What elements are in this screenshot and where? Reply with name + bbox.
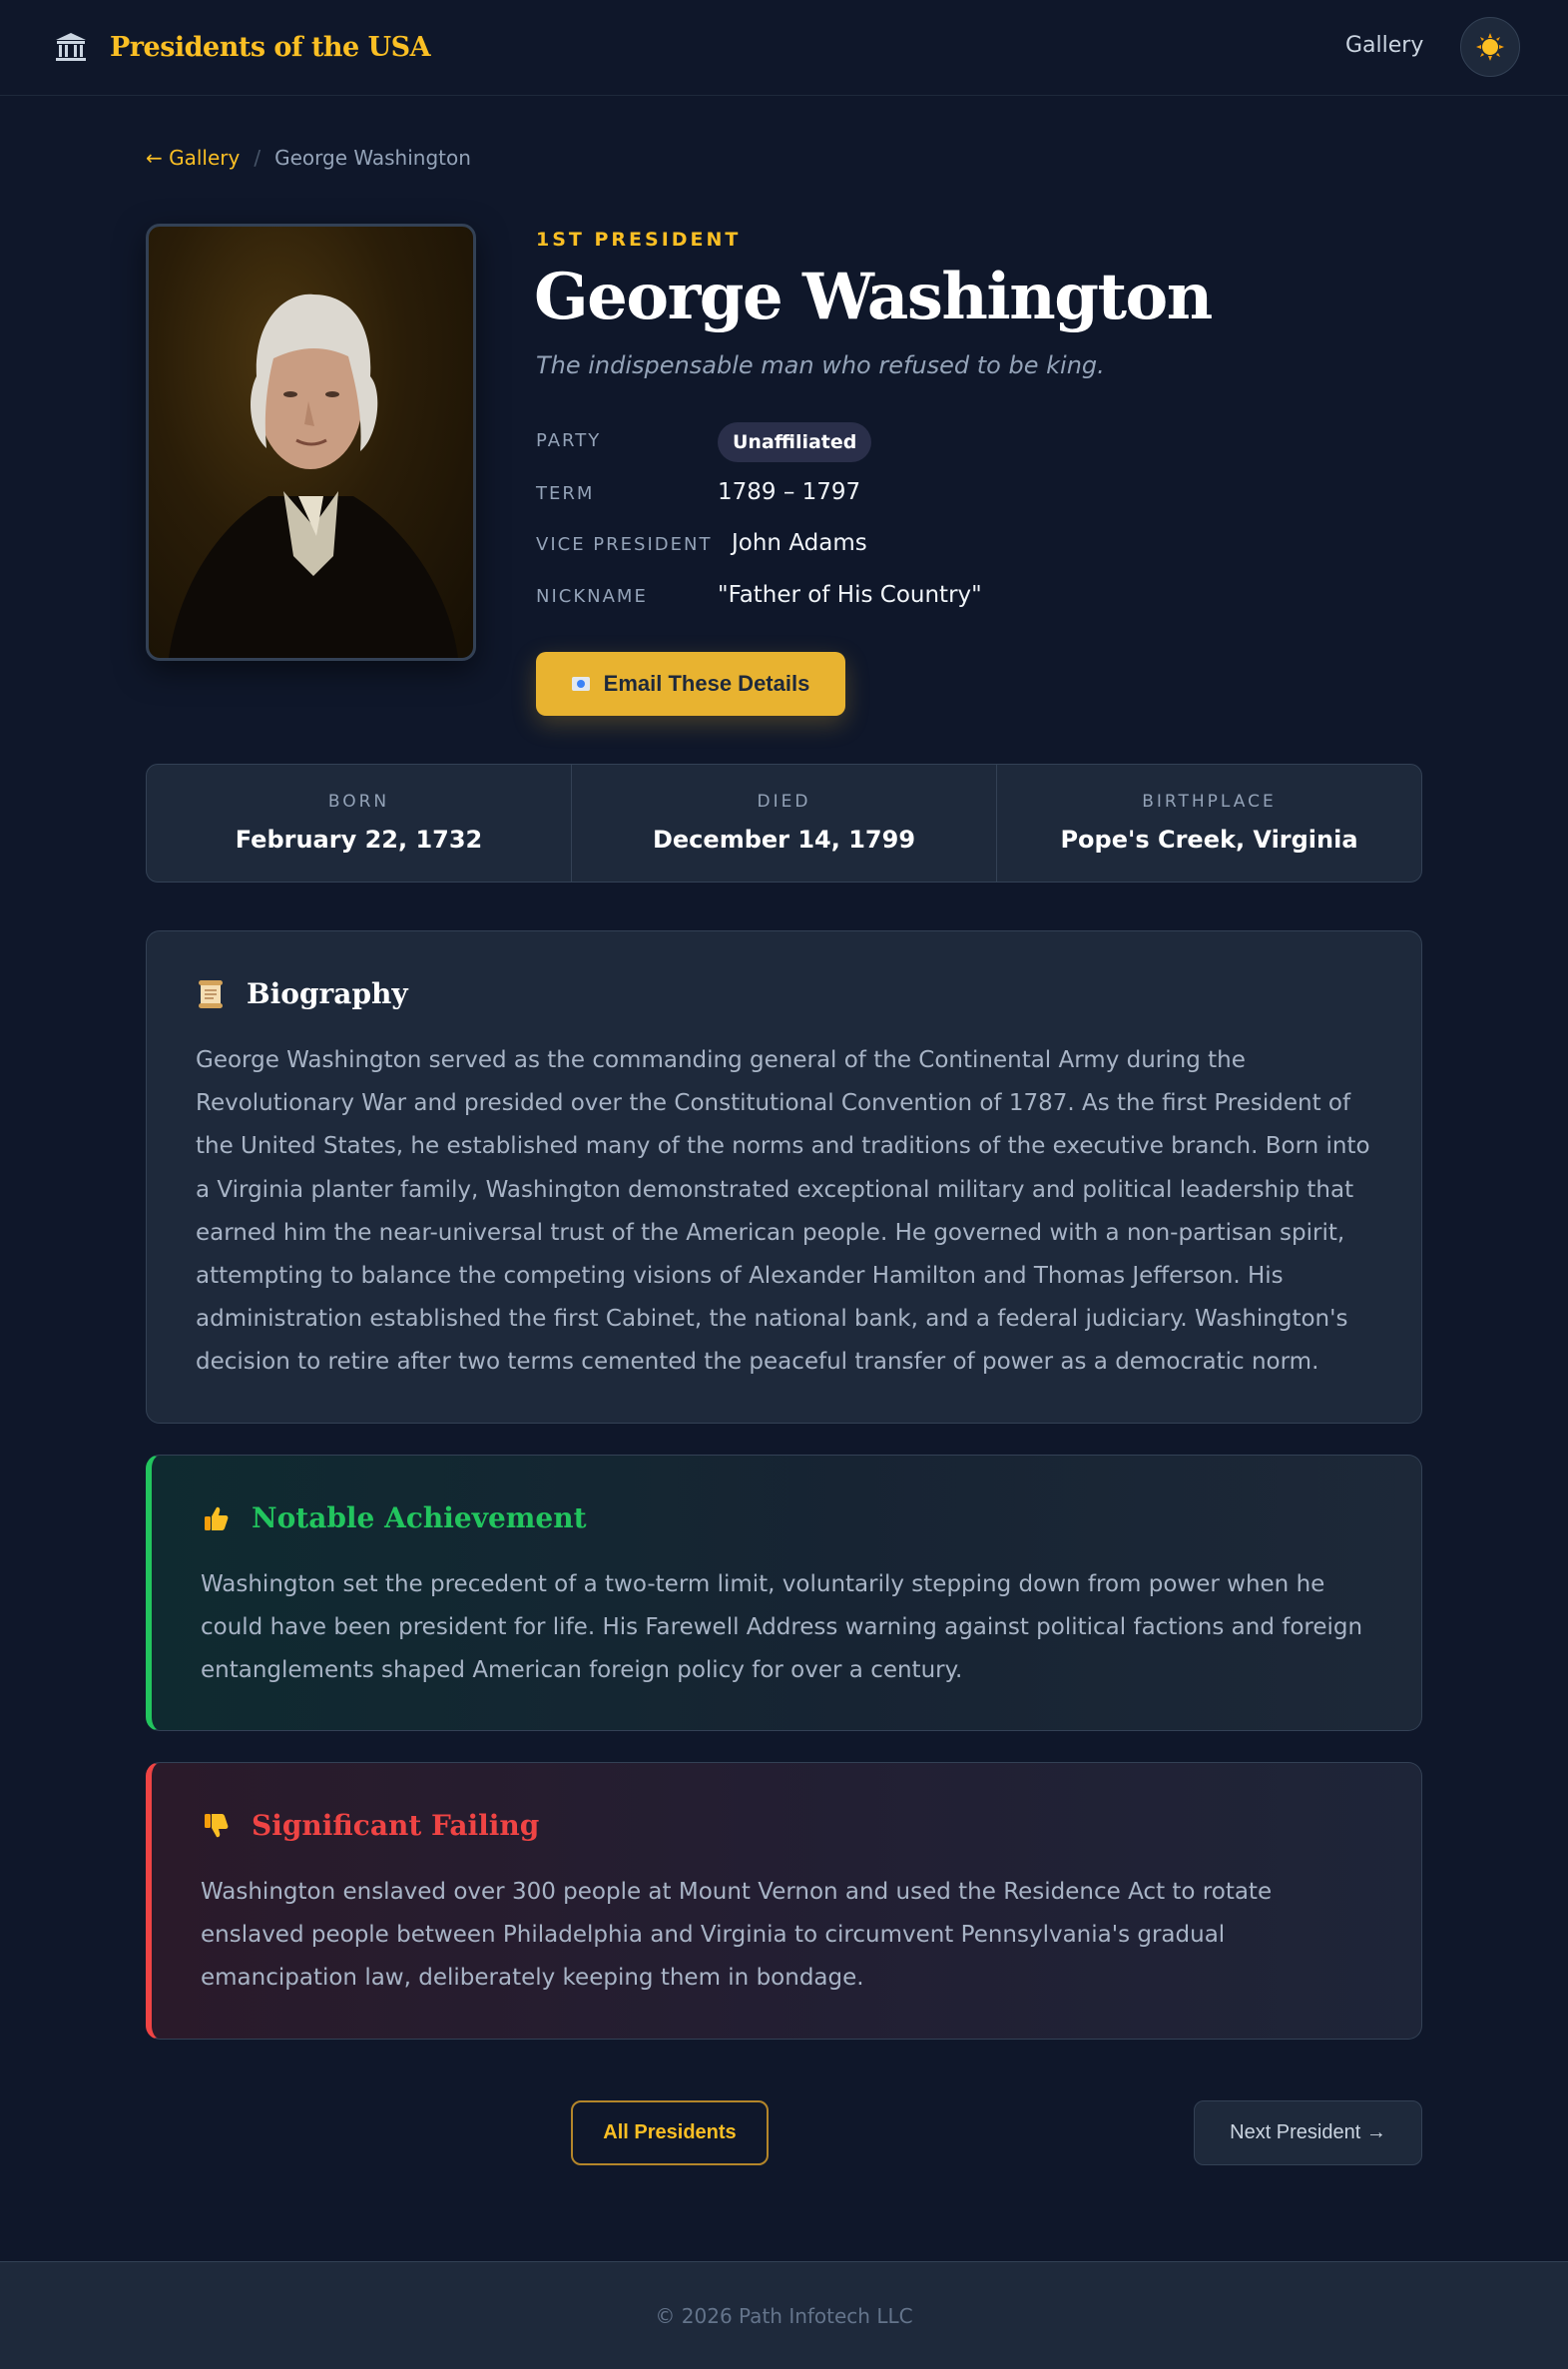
stat-died: DIED December 14, 1799 (572, 765, 997, 882)
breadcrumb-back-link[interactable]: ← Gallery (146, 146, 240, 170)
president-name: George Washington (534, 260, 1213, 334)
email-button-label: Email These Details (603, 671, 810, 696)
failing-title: Significant Failing (252, 1809, 540, 1842)
portrait-image (169, 294, 458, 658)
site-footer: © 2026 Path Infotech LLC (0, 2261, 1568, 2369)
term-label: TERM (536, 483, 595, 504)
achievement-card: Notable Achievement Washington set the p… (146, 1455, 1422, 1731)
biography-card: Biography George Washington served as th… (146, 930, 1422, 1424)
footer-copyright: © 2026 Path Infotech LLC (655, 2303, 913, 2328)
breadcrumb-current: George Washington (274, 146, 471, 170)
breadcrumb-separator: / (254, 146, 261, 170)
site-header: Presidents of the USA Gallery (0, 0, 1568, 96)
died-label: DIED (757, 792, 811, 812)
biography-title: Biography (247, 977, 408, 1010)
president-tagline: The indispensable man who refused to be … (536, 351, 1105, 379)
envelope-icon (571, 677, 590, 691)
next-president-button[interactable]: Next President → (1194, 2100, 1422, 2165)
life-stats: BORN February 22, 1732 DIED December 14,… (146, 764, 1422, 883)
died-value: December 14, 1799 (652, 826, 916, 854)
breadcrumb: ← Gallery / George Washington (146, 146, 471, 170)
achievement-text: Washington set the precedent of a two-te… (201, 1571, 1363, 1684)
party-label: PARTY (536, 430, 602, 451)
born-label: BORN (327, 792, 390, 812)
party-badge: Unaffiliated (718, 422, 872, 462)
birthplace-value: Pope's Creek, Virginia (1060, 826, 1358, 854)
sun-icon (1476, 33, 1504, 61)
term-value: 1789 – 1797 (718, 479, 861, 505)
born-value: February 22, 1732 (235, 826, 483, 854)
birthplace-label: BIRTHPLACE (1142, 792, 1277, 812)
achievement-title: Notable Achievement (252, 1501, 587, 1534)
brand-title: Presidents of the USA (110, 31, 431, 63)
scroll-icon (199, 979, 223, 1008)
thumbs-up-icon (205, 1506, 229, 1530)
nav-gallery-link[interactable]: Gallery (1345, 33, 1423, 58)
president-portrait (146, 224, 476, 661)
theme-toggle-button[interactable] (1460, 17, 1520, 77)
nickname-value: "Father of His Country" (718, 582, 982, 608)
capitol-building-icon (56, 33, 86, 61)
failing-heading: Significant Failing (202, 1809, 539, 1842)
biography-heading: Biography (197, 977, 408, 1010)
brand-link[interactable]: Presidents of the USA (54, 30, 431, 64)
stat-born: BORN February 22, 1732 (147, 765, 572, 882)
email-details-button[interactable]: Email These Details (536, 652, 845, 716)
president-ordinal: 1ST PRESIDENT (536, 229, 742, 251)
achievement-heading: Notable Achievement (202, 1501, 587, 1534)
vice-president-value: John Adams (732, 530, 867, 556)
all-presidents-button[interactable]: All Presidents (571, 2100, 769, 2165)
failing-text: Washington enslaved over 300 people at M… (201, 1879, 1273, 1992)
biography-text: George Washington served as the commandi… (196, 1047, 1370, 1376)
stat-birthplace: BIRTHPLACE Pope's Creek, Virginia (997, 765, 1421, 882)
vice-president-label: VICE PRESIDENT (536, 534, 713, 555)
failing-card: Significant Failing Washington enslaved … (146, 1762, 1422, 2040)
nickname-label: NICKNAME (536, 586, 648, 607)
thumbs-down-icon (205, 1813, 229, 1837)
